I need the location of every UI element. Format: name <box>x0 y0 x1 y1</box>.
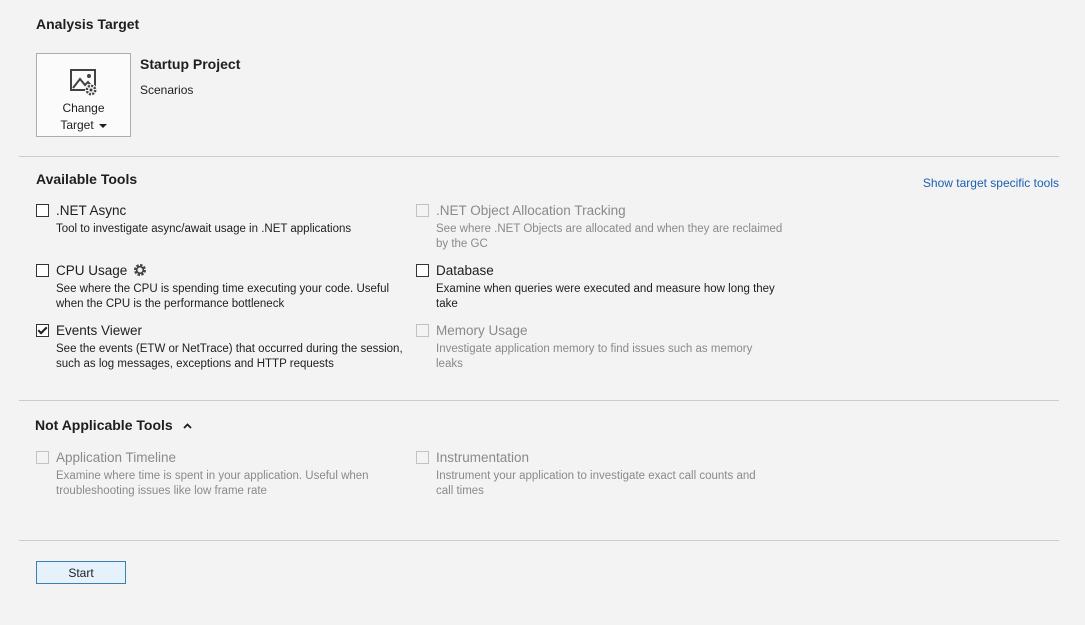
tool-desc-line: troubleshooting issues like low frame ra… <box>56 485 267 497</box>
tool-name: Application Timeline <box>56 449 177 465</box>
change-target-label-line2: Target <box>37 117 130 134</box>
tool-name: CPU Usage <box>56 262 128 278</box>
tool-name: Events Viewer <box>56 322 143 338</box>
tool-dotnet-object-allocation: .NET Object Allocation Tracking See wher… <box>416 201 782 252</box>
available-tools-heading: Available Tools <box>36 171 138 187</box>
tool-database: Database Examine when queries were execu… <box>416 261 776 312</box>
tool-description: Tool to investigate async/await usage in… <box>56 222 411 237</box>
tool-desc-line: See where the CPU is spending time execu… <box>56 283 390 295</box>
tool-desc-line: by the GC <box>436 238 488 250</box>
tool-desc-line: Examine where time is spent in your appl… <box>56 470 369 482</box>
dotnet-object-allocation-checkbox <box>416 203 429 217</box>
change-target-label-line1: Change <box>62 101 105 115</box>
tool-description: See the events (ETW or NetTrace) that oc… <box>56 342 411 372</box>
project-subtitle: Scenarios <box>140 83 194 97</box>
tool-desc-line: See the events (ETW or NetTrace) that oc… <box>56 343 403 355</box>
tool-application-timeline: Application Timeline Examine where time … <box>36 448 396 499</box>
not-applicable-tools-toggle[interactable]: Not Applicable Tools <box>35 417 192 433</box>
target-image-gear-icon <box>69 69 97 96</box>
tool-description: See where .NET Objects are allocated and… <box>436 222 791 252</box>
gear-icon[interactable] <box>133 263 147 277</box>
tool-desc-line: when the CPU is the performance bottlene… <box>56 298 285 310</box>
tool-name: .NET Async <box>56 202 127 218</box>
analysis-target-heading: Analysis Target <box>36 16 140 32</box>
memory-usage-checkbox <box>416 323 429 337</box>
tool-desc-line: Instrument your application to investiga… <box>436 470 756 482</box>
caret-down-icon <box>98 123 107 128</box>
events-viewer-checkbox[interactable] <box>36 323 49 337</box>
instrumentation-checkbox <box>416 450 429 464</box>
tool-description: Instrument your application to investiga… <box>436 469 791 499</box>
tool-dotnet-async: .NET Async Tool to investigate async/awa… <box>36 201 396 237</box>
tool-desc-line: Investigate application memory to find i… <box>436 343 753 355</box>
tool-description: Examine where time is spent in your appl… <box>56 469 411 499</box>
tool-description: Investigate application memory to find i… <box>436 342 791 372</box>
tool-desc-line: leaks <box>436 358 463 370</box>
tool-name: Instrumentation <box>436 449 530 465</box>
database-checkbox[interactable] <box>416 263 429 277</box>
divider <box>19 540 1059 541</box>
tool-events-viewer: Events Viewer See the events (ETW or Net… <box>36 321 403 372</box>
change-target-label-text: Target <box>60 118 94 132</box>
tool-desc-line: take <box>436 298 458 310</box>
divider <box>19 400 1059 401</box>
tool-desc-line: call times <box>436 485 484 497</box>
tool-name: .NET Object Allocation Tracking <box>436 202 626 218</box>
divider <box>19 156 1059 157</box>
tool-description: Examine when queries were executed and m… <box>436 282 791 312</box>
cpu-usage-checkbox[interactable] <box>36 263 49 277</box>
chevron-up-icon <box>182 423 192 429</box>
tool-desc-line: Examine when queries were executed and m… <box>436 283 775 295</box>
tool-name: Memory Usage <box>436 322 528 338</box>
tool-name: Database <box>436 262 494 278</box>
application-timeline-checkbox <box>36 450 49 464</box>
not-applicable-tools-heading: Not Applicable Tools <box>35 417 173 433</box>
start-button[interactable]: Start <box>36 561 126 584</box>
tool-cpu-usage: CPU Usage See where the CPU is spending … <box>36 261 396 312</box>
project-name: Startup Project <box>140 56 241 72</box>
tool-desc-line: Tool to investigate async/await usage in… <box>56 223 352 235</box>
show-target-specific-tools-link[interactable]: Show target specific tools <box>923 176 1059 190</box>
dotnet-async-checkbox[interactable] <box>36 203 49 217</box>
change-target-button[interactable]: Change Target <box>36 53 131 137</box>
tool-desc-line: See where .NET Objects are allocated and… <box>436 223 783 235</box>
tool-desc-line: such as log messages, exceptions and HTT… <box>56 358 334 370</box>
tool-description: See where the CPU is spending time execu… <box>56 282 411 312</box>
tool-memory-usage: Memory Usage Investigate application mem… <box>416 321 776 372</box>
tool-instrumentation: Instrumentation Instrument your applicat… <box>416 448 776 499</box>
